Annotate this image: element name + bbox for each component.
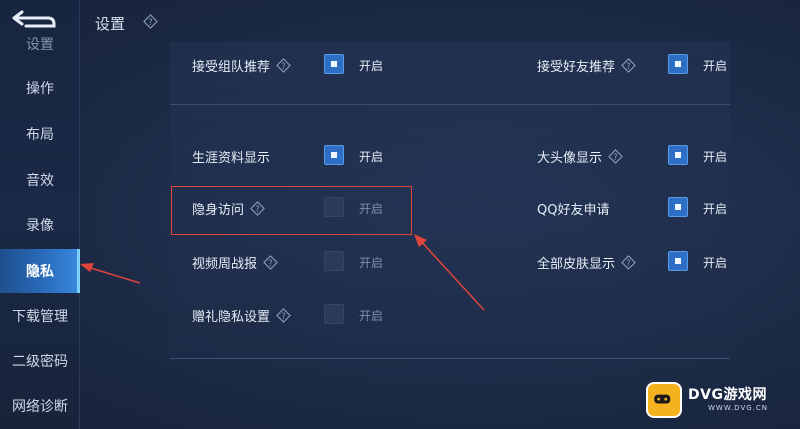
setting-all-skins-display: 全部皮肤显示 ? [537,253,636,272]
sidebar-item-controls[interactable]: 操作 [0,68,80,108]
back-arrow-icon [12,10,56,28]
help-icon[interactable]: ? [621,255,636,270]
toggle-label: 开启 [703,202,728,216]
toggle-label: 开启 [359,59,384,73]
help-icon[interactable]: ? [608,149,623,164]
toggle-label: 开启 [703,150,728,164]
watermark-url: WWW.DVG.CN [708,404,769,412]
sidebar-item-replay[interactable]: 录像 [0,205,80,245]
help-icon[interactable]: ? [621,58,636,73]
svg-text:?: ? [148,17,152,27]
setting-label: 赠礼隐私设置 [192,310,271,325]
toggle-label: 开启 [359,150,384,164]
help-icon[interactable]: ? [276,308,291,323]
sidebar-item-downloads[interactable]: 下载管理 [0,296,80,336]
qq-friend-request-checkbox[interactable] [668,197,688,217]
all-skins-display-checkbox[interactable] [668,251,688,271]
sidebar-item-secondary-password[interactable]: 二级密码 [0,341,80,381]
accept-friend-recommend-checkbox[interactable] [668,54,688,74]
watermark: DVG游戏网 WWW.DVG.CN [646,378,796,424]
setting-accept-team-recommend: 接受组队推荐 ? [192,56,291,75]
divider [170,104,730,105]
setting-label: 接受好友推荐 [537,60,616,75]
large-avatar-checkbox[interactable] [668,145,688,165]
settings-screen: 设置 操作 布局 音效 录像 隐私 下载管理 二级密码 网络诊断 设置 ? 接受… [0,0,800,429]
setting-video-weekly-report: 视频周战报 ? [192,253,278,272]
svg-text:?: ? [281,61,285,71]
svg-text:?: ? [281,311,285,321]
annotation-highlight-box [171,186,412,235]
sidebar-item-layout[interactable]: 布局 [0,114,80,154]
svg-text:?: ? [613,152,617,162]
setting-career-profile: 生涯资料显示 [192,147,276,166]
toggle-label: 开启 [359,256,384,270]
sidebar-item-sound[interactable]: 音效 [0,160,80,200]
video-weekly-report-checkbox[interactable] [324,251,344,271]
help-icon[interactable]: ? [276,58,291,73]
help-icon[interactable]: ? [143,14,158,29]
gamepad-logo-icon [646,382,682,418]
sidebar-item-settings[interactable]: 设置 [0,36,80,54]
toggle-label: 开启 [703,59,728,73]
setting-label: 生涯资料显示 [192,151,271,166]
svg-text:?: ? [268,258,272,268]
help-icon[interactable]: ? [263,255,278,270]
toggle-label: 开启 [359,309,384,323]
setting-qq-friend-request: QQ好友申请 [537,199,615,218]
divider [170,358,730,359]
setting-label: 视频周战报 [192,257,258,272]
toggle-label: 开启 [703,256,728,270]
watermark-text: DVG游戏网 [688,387,767,403]
career-profile-checkbox[interactable] [324,145,344,165]
setting-gift-privacy: 赠礼隐私设置 ? [192,306,291,325]
setting-large-avatar: 大头像显示 ? [537,147,623,166]
sidebar-item-network-diagnosis[interactable]: 网络诊断 [0,386,80,426]
setting-label: 全部皮肤显示 [537,257,616,272]
back-button[interactable] [8,6,60,32]
svg-text:?: ? [626,61,630,71]
svg-text:?: ? [626,258,630,268]
setting-label: QQ好友申请 [537,203,610,218]
gift-privacy-checkbox[interactable] [324,304,344,324]
accept-team-recommend-checkbox[interactable] [324,54,344,74]
setting-accept-friend-recommend: 接受好友推荐 ? [537,56,636,75]
sidebar-item-privacy[interactable]: 隐私 [0,249,80,293]
setting-label: 接受组队推荐 [192,60,271,75]
setting-label: 大头像显示 [537,151,603,166]
sidebar: 设置 操作 布局 音效 录像 隐私 下载管理 二级密码 网络诊断 [0,0,80,429]
page-title: 设置 [95,15,126,33]
